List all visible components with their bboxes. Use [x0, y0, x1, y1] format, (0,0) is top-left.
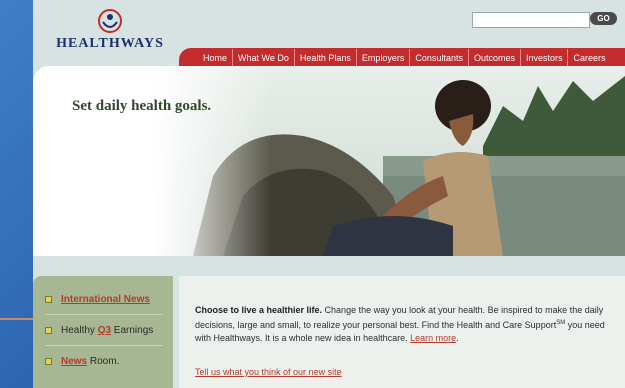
q3-earnings-suffix: Earnings — [111, 325, 154, 336]
main-nav: Home What We Do Health Plans Employers Consu… — [179, 48, 625, 66]
go-button[interactable]: GO — [590, 12, 617, 25]
intro-text: Choose to live a healthier life. Change … — [195, 304, 615, 345]
bullet-icon — [45, 326, 52, 334]
sidebar-item-q3-earnings: Healthy Q3 Earnings — [45, 325, 153, 336]
nav-item-investors[interactable]: Investors — [519, 49, 568, 66]
search-input[interactable] — [472, 12, 590, 28]
hero-tagline: Set daily health goals. — [72, 98, 212, 114]
intro-lead: Choose to live a healthier life. — [195, 305, 323, 315]
nav-item-careers[interactable]: Careers — [567, 49, 610, 66]
learn-more-link[interactable]: Learn more — [410, 333, 456, 343]
nav-item-employers[interactable]: Employers — [355, 49, 410, 66]
sidebar-item-international-news: International News — [45, 294, 150, 305]
news-sidebar: International News Healthy Q3 Earnings N… — [33, 276, 173, 388]
hero-photo-woman-by-lake — [153, 66, 625, 256]
browser-page: HEALTHWAYS GO Home What We Do Health Plans… — [33, 0, 625, 388]
international-news-link[interactable]: International News — [61, 294, 150, 305]
nav-item-consultants[interactable]: Consultants — [409, 49, 468, 66]
sidebar-divider — [45, 314, 163, 315]
nav-item-outcomes[interactable]: Outcomes — [467, 49, 520, 66]
nav-item-what-we-do[interactable]: What We Do — [232, 49, 294, 66]
hero-banner: Set daily health goals. — [33, 66, 625, 256]
nav-item-home[interactable]: Home — [179, 49, 232, 66]
news-room-suffix: Room. — [87, 356, 120, 367]
healthways-logo[interactable]: HEALTHWAYS — [55, 8, 165, 52]
news-room-link[interactable]: News — [61, 356, 87, 367]
intro-end: . — [456, 333, 459, 343]
logo-emblem-icon — [98, 9, 122, 33]
feedback-link[interactable]: Tell us what you think of our new site — [195, 367, 342, 377]
sidebar-divider — [45, 345, 163, 346]
service-mark: SM — [556, 320, 566, 326]
q3-link[interactable]: Q3 — [98, 325, 111, 336]
bullet-icon — [45, 357, 52, 365]
bullet-icon — [45, 295, 52, 303]
nav-item-health-plans[interactable]: Health Plans — [293, 49, 356, 66]
q3-earnings-prefix: Healthy — [61, 325, 98, 336]
sidebar-item-news-room: News Room. — [45, 356, 119, 367]
intro-panel: Choose to live a healthier life. Change … — [179, 276, 625, 388]
logo-text: HEALTHWAYS — [56, 36, 164, 51]
